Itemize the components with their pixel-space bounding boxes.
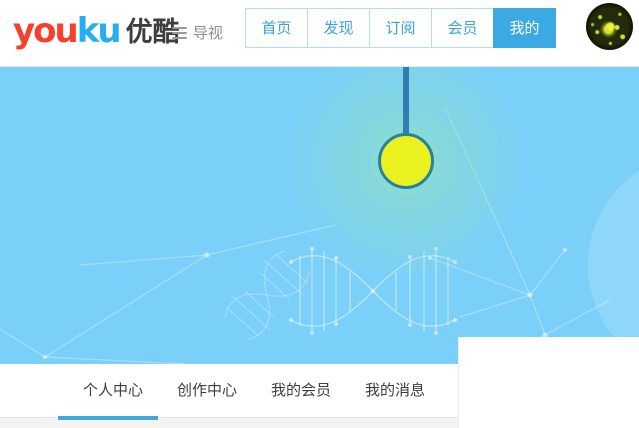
nav-tab-vip[interactable]: 会员 bbox=[431, 8, 494, 48]
nav-tab-discover[interactable]: 发现 bbox=[307, 8, 370, 48]
tab-my-messages[interactable]: 我的消息 bbox=[348, 364, 442, 417]
main-nav: 首页 发现 订阅 会员 我的 bbox=[245, 8, 556, 48]
user-avatar[interactable] bbox=[586, 3, 633, 50]
profile-banner bbox=[0, 67, 639, 364]
tab-my-vip[interactable]: 我的会员 bbox=[254, 364, 348, 417]
logo-latin: youku bbox=[13, 11, 122, 51]
guide-label: 导视 bbox=[193, 25, 224, 42]
nav-tab-home[interactable]: 首页 bbox=[245, 8, 308, 48]
hamburger-icon bbox=[172, 26, 187, 39]
logo-ku-text: ku bbox=[76, 11, 122, 51]
youku-logo[interactable]: youku 优酷 bbox=[13, 12, 180, 50]
site-header: youku 优酷 导视 首页 发现 订阅 会员 我的 bbox=[0, 0, 639, 67]
nav-tab-subscriptions[interactable]: 订阅 bbox=[369, 8, 432, 48]
tab-creation-center[interactable]: 创作中心 bbox=[160, 364, 254, 417]
pin-line-decoration bbox=[403, 67, 409, 137]
youku-profile-page: youku 优酷 导视 首页 发现 订阅 会员 我的 个人中心 创作中心 我的会… bbox=[0, 0, 639, 428]
active-tab-underline bbox=[58, 416, 158, 420]
guide-menu-button[interactable]: 导视 bbox=[172, 22, 223, 43]
side-panel bbox=[458, 337, 639, 428]
nav-tab-mine[interactable]: 我的 bbox=[493, 8, 556, 48]
logo-you-text: you bbox=[13, 11, 79, 51]
location-pin-dot[interactable] bbox=[378, 133, 434, 189]
tab-personal-center[interactable]: 个人中心 bbox=[66, 364, 160, 417]
dna-helix-small-icon bbox=[224, 250, 310, 340]
